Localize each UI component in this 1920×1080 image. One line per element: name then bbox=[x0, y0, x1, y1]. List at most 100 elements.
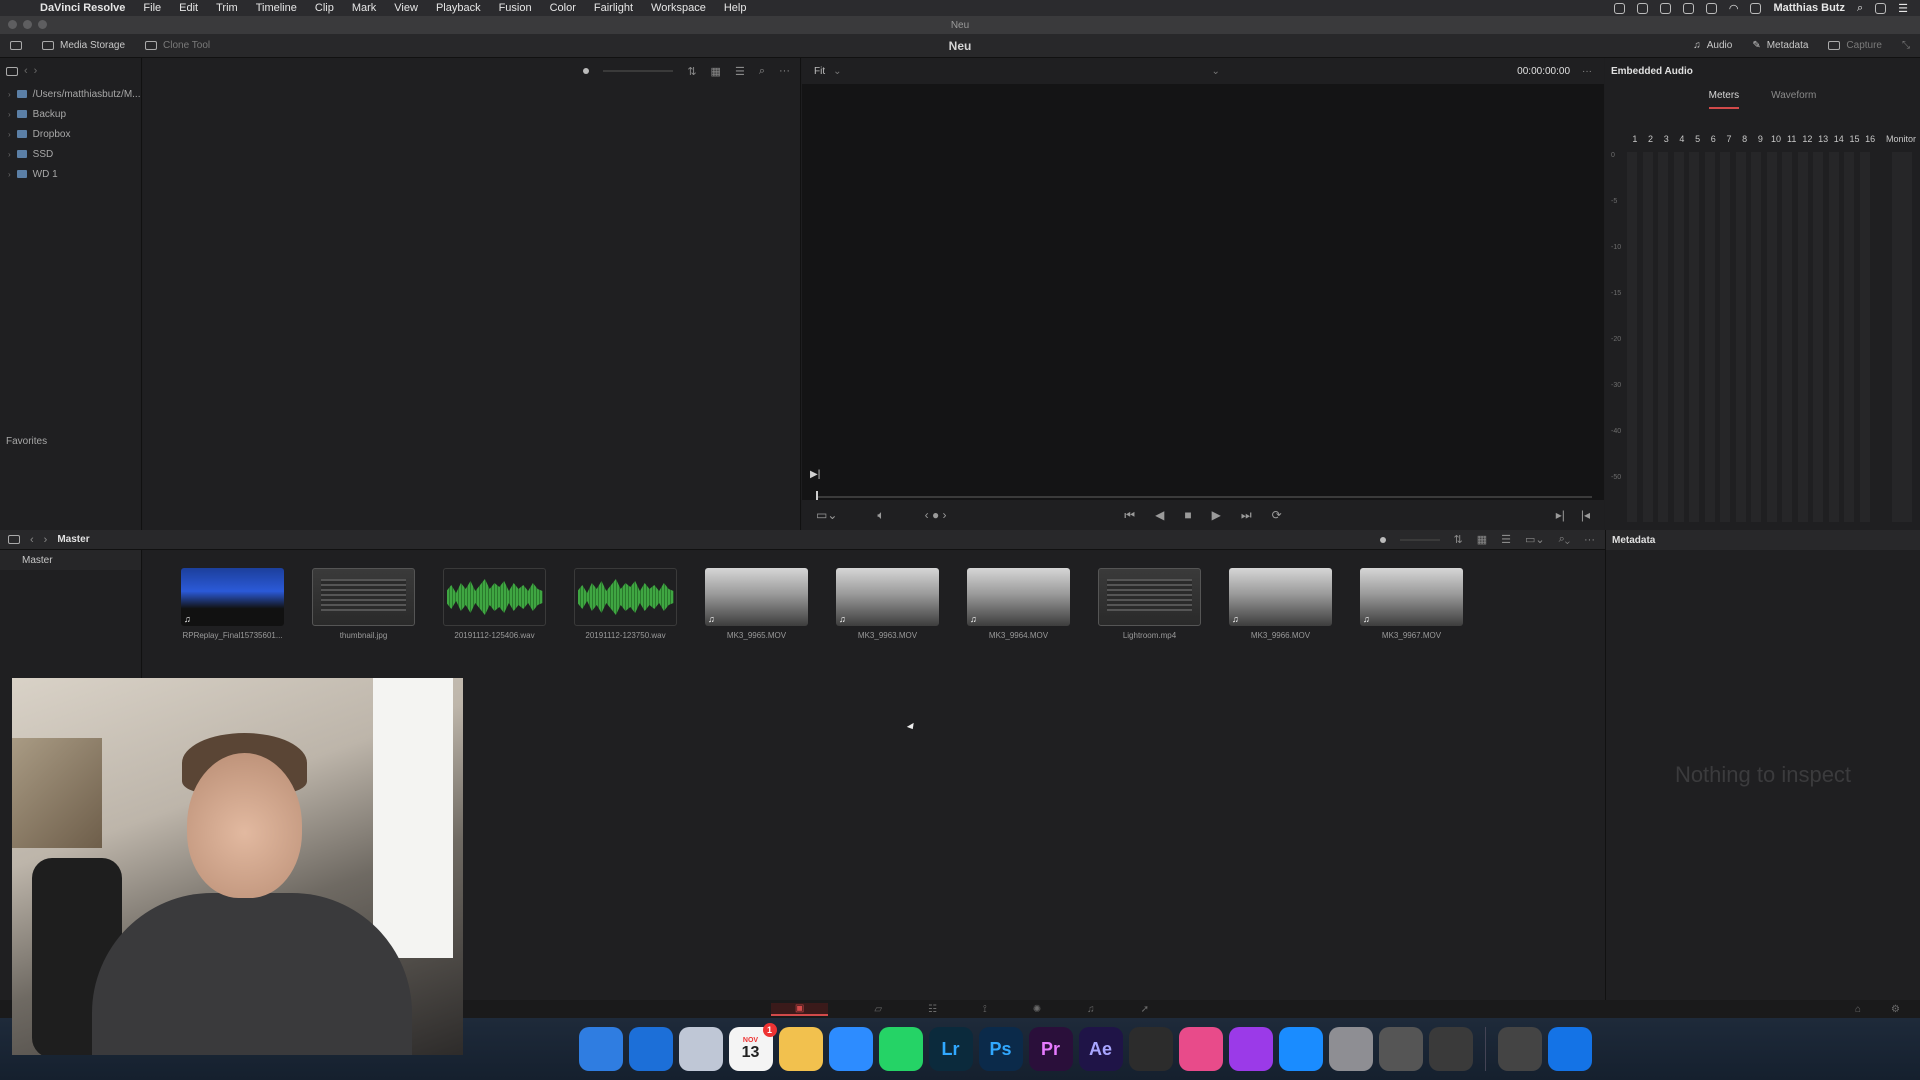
media-clip[interactable]: 20191112-123750.wav bbox=[560, 568, 691, 640]
bluetooth-icon[interactable] bbox=[1705, 2, 1717, 14]
thumb-size-slider[interactable] bbox=[603, 70, 674, 72]
menu-workspace[interactable]: Workspace bbox=[642, 2, 715, 14]
mark-out-icon[interactable]: ▸| bbox=[1556, 508, 1565, 522]
sort-icon[interactable]: ⇅ bbox=[1454, 533, 1463, 546]
dock-after-effects-icon[interactable]: Ae bbox=[1078, 1027, 1123, 1071]
dock-premiere-icon[interactable]: Pr bbox=[1028, 1027, 1073, 1071]
tree-item-ssd[interactable]: › SSD bbox=[0, 144, 141, 164]
siri-icon[interactable] bbox=[1875, 2, 1887, 14]
menu-edit[interactable]: Edit bbox=[170, 2, 207, 14]
back-icon[interactable]: ‹ bbox=[30, 534, 34, 546]
more-options-icon[interactable]: ··· bbox=[779, 65, 790, 77]
zoom-chevron-down-icon[interactable]: ⌄ bbox=[833, 66, 841, 77]
bin-list-toggle-icon[interactable] bbox=[8, 535, 20, 544]
dock-lightroom-icon[interactable]: Lr bbox=[928, 1027, 973, 1071]
user-name[interactable]: Matthias Butz bbox=[1773, 2, 1845, 14]
forward-icon[interactable]: › bbox=[44, 534, 48, 546]
clip-thumbnail[interactable] bbox=[443, 568, 546, 626]
menu-view[interactable]: View bbox=[385, 2, 427, 14]
color-page-icon[interactable]: ✺ bbox=[1033, 1004, 1041, 1015]
forward-icon[interactable]: › bbox=[34, 65, 38, 77]
media-clip[interactable]: ♫ MK3_9963.MOV bbox=[822, 568, 953, 640]
sidebar-toggle-icon[interactable] bbox=[6, 66, 18, 76]
expand-caret-icon[interactable]: › bbox=[8, 110, 11, 119]
play-reverse-icon[interactable]: ◀ bbox=[1155, 508, 1164, 523]
search-icon[interactable]: ⌕⌄ bbox=[1559, 533, 1570, 546]
media-clip[interactable]: ♫ MK3_9966.MOV bbox=[1215, 568, 1346, 640]
notification-center-icon[interactable]: ☰ bbox=[1898, 2, 1908, 15]
clip-size-slider-handle[interactable] bbox=[1379, 536, 1386, 543]
viewer-mode-icon[interactable]: ▭⌄ bbox=[816, 508, 837, 522]
tree-item-wd1[interactable]: › WD 1 bbox=[0, 164, 141, 184]
clip-thumbnail[interactable]: ♫ bbox=[705, 568, 808, 626]
clip-thumbnail[interactable]: ♫ bbox=[967, 568, 1070, 626]
menu-fusion[interactable]: Fusion bbox=[490, 2, 541, 14]
clone-tool-button[interactable]: Clone Tool bbox=[135, 34, 220, 58]
metadata-button[interactable]: ✎ Metadata bbox=[1742, 34, 1818, 58]
viewer-scrubber[interactable] bbox=[816, 491, 1592, 503]
audio-button[interactable]: ♫ Audio bbox=[1683, 34, 1742, 58]
stop-icon[interactable]: ■ bbox=[1184, 508, 1191, 523]
dock-itunes-icon[interactable] bbox=[1178, 1027, 1223, 1071]
capture-button[interactable]: Capture bbox=[1818, 34, 1892, 58]
menu-help[interactable]: Help bbox=[715, 2, 756, 14]
cut-page-icon[interactable]: ▱ bbox=[874, 1004, 882, 1015]
dock-finder-icon[interactable] bbox=[578, 1027, 623, 1071]
metadata-view-icon[interactable]: ▭⌄ bbox=[1525, 533, 1545, 546]
fusion-page-icon[interactable]: ⟟ bbox=[983, 1004, 987, 1015]
media-clip[interactable]: Lightroom.mp4 bbox=[1084, 568, 1215, 640]
list-view-icon[interactable]: ☰ bbox=[735, 65, 745, 78]
menu-playback[interactable]: Playback bbox=[427, 2, 490, 14]
clip-thumbnail[interactable] bbox=[312, 568, 415, 626]
app-menu[interactable]: DaVinci Resolve bbox=[40, 2, 134, 14]
dock-photos-app-icon[interactable] bbox=[1497, 1027, 1542, 1071]
sort-icon[interactable]: ⇅ bbox=[687, 65, 696, 78]
dock-app-store-icon[interactable] bbox=[1278, 1027, 1323, 1071]
dropbox-icon[interactable] bbox=[1659, 2, 1671, 14]
spotlight-search-icon[interactable]: ⌕ bbox=[1857, 2, 1863, 15]
play-icon[interactable]: ▶ bbox=[1212, 508, 1221, 523]
dock-preview-icon[interactable] bbox=[678, 1027, 723, 1071]
clip-thumbnail[interactable]: ♫ bbox=[1360, 568, 1463, 626]
media-clip[interactable]: ♫ RPReplay_Final15735601... bbox=[167, 568, 298, 640]
clip-thumbnail[interactable]: ♫ bbox=[1229, 568, 1332, 626]
menu-timeline[interactable]: Timeline bbox=[247, 2, 306, 14]
clip-thumbnail[interactable]: ♫ bbox=[836, 568, 939, 626]
clip-thumbnail[interactable] bbox=[574, 568, 677, 626]
menu-mark[interactable]: Mark bbox=[343, 2, 385, 14]
clip-thumbnail[interactable] bbox=[1098, 568, 1201, 626]
tree-item-users[interactable]: › /Users/matthiasbutz/M... bbox=[0, 84, 141, 104]
menu-color[interactable]: Color bbox=[541, 2, 585, 14]
media-clip[interactable]: ♫ MK3_9967.MOV bbox=[1346, 568, 1477, 640]
minimize-window-button[interactable] bbox=[23, 20, 32, 29]
expand-caret-icon[interactable]: › bbox=[8, 170, 11, 179]
expand-caret-icon[interactable]: › bbox=[8, 130, 11, 139]
clip-size-slider[interactable] bbox=[1399, 538, 1440, 541]
clip-thumbnail[interactable]: ♫ bbox=[181, 568, 284, 626]
time-machine-icon[interactable] bbox=[1682, 2, 1694, 14]
media-clip[interactable]: 20191112-125406.wav bbox=[429, 568, 560, 640]
media-storage-button[interactable]: Media Storage bbox=[32, 34, 135, 58]
media-clip[interactable]: ♫ MK3_9964.MOV bbox=[953, 568, 1084, 640]
media-page-icon[interactable]: ▣ bbox=[770, 1002, 829, 1016]
fairlight-page-icon[interactable]: ♫ bbox=[1087, 1004, 1095, 1015]
dock-messenger-icon[interactable] bbox=[828, 1027, 873, 1071]
grid-view-icon[interactable]: ▦ bbox=[711, 65, 721, 78]
jog-control[interactable]: ‹ ● › bbox=[925, 508, 947, 522]
dock-camera-raw-icon[interactable] bbox=[1428, 1027, 1473, 1071]
dock-calendar-icon[interactable]: NOV 13 1 bbox=[728, 1023, 777, 1071]
dock-safari-icon[interactable] bbox=[628, 1027, 673, 1071]
do-not-disturb-icon[interactable] bbox=[1750, 2, 1762, 14]
expand-caret-icon[interactable]: › bbox=[8, 150, 11, 159]
tab-meters[interactable]: Meters bbox=[1708, 90, 1740, 109]
clip-chevron-down-icon[interactable]: ⌄ bbox=[1212, 66, 1220, 77]
dock-photoshop-icon[interactable]: Ps bbox=[978, 1027, 1023, 1071]
more-options-icon[interactable]: ··· bbox=[1584, 534, 1595, 546]
go-to-end-icon[interactable]: ⏭︎ bbox=[1241, 508, 1252, 523]
tab-waveform[interactable]: Waveform bbox=[1771, 90, 1816, 109]
home-icon[interactable]: ⌂ bbox=[1855, 1004, 1861, 1015]
close-window-button[interactable] bbox=[8, 20, 17, 29]
zoom-dropdown[interactable]: Fit bbox=[814, 66, 825, 77]
collapse-button[interactable]: ⤡ bbox=[1892, 34, 1920, 58]
loop-icon[interactable]: ⟳ bbox=[1272, 508, 1282, 523]
